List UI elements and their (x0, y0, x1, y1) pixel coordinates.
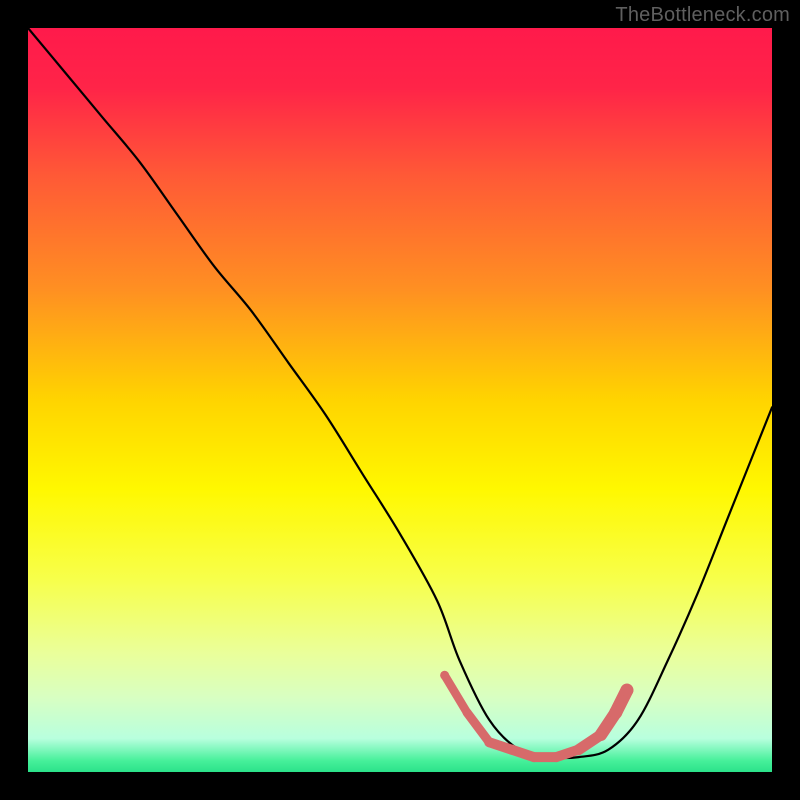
highlight-dot (609, 706, 622, 719)
highlight-dot (529, 752, 539, 762)
highlight-dot (574, 745, 584, 755)
highlight-dot (620, 684, 633, 697)
highlight-dot (551, 752, 561, 762)
bottleneck-chart (0, 0, 800, 800)
chart-stage: TheBottleneck.com (0, 0, 800, 800)
gradient-background (28, 28, 772, 772)
highlight-dot (484, 737, 494, 747)
highlight-dot (440, 671, 449, 680)
highlight-dot (595, 729, 607, 741)
highlight-dot (463, 708, 471, 716)
highlight-dot (507, 745, 517, 755)
